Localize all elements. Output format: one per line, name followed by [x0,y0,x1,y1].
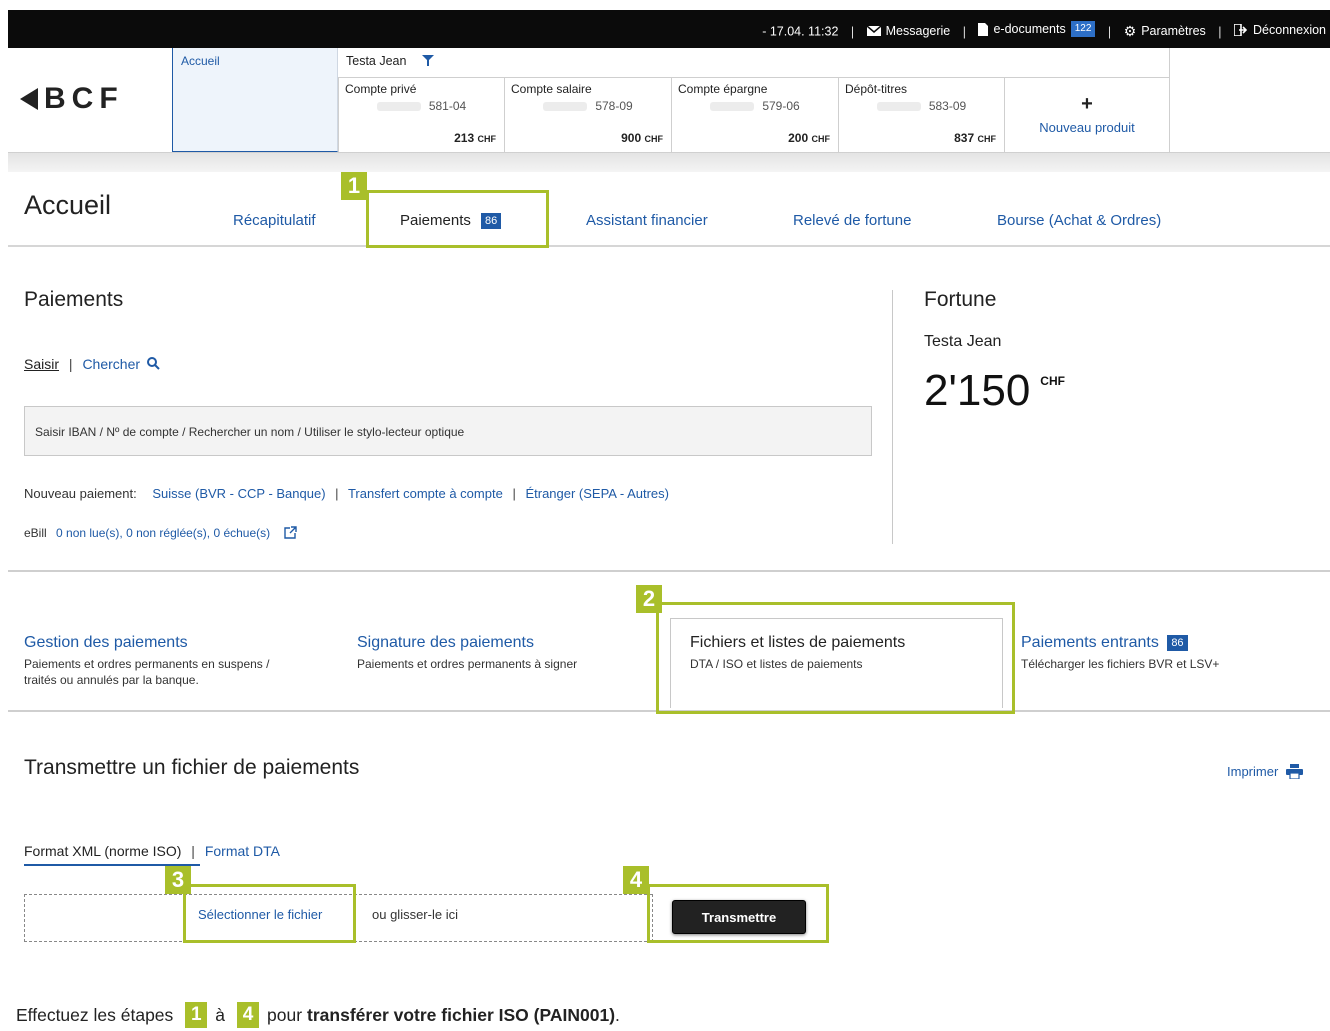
step-2-marker: 2 [636,585,662,613]
external-link-icon[interactable] [283,526,297,539]
tab-bourse[interactable]: Bourse (Achat & Ordres) [997,212,1161,229]
filter-icon[interactable] [421,55,434,66]
iban-search-input[interactable]: Saisir IBAN / Nº de compte / Rechercher … [24,406,872,456]
messagerie-link[interactable]: Messagerie [866,24,950,38]
step-1-marker: 1 [341,172,367,200]
print-link[interactable]: Imprimer [1227,764,1304,779]
transmit-title: Transmettre un fichier de paiements [24,756,360,779]
chercher-link[interactable]: Chercher [82,356,160,372]
step-2-highlight [656,602,1015,714]
account-compte-salaire[interactable]: Compte salaire 578-09 900 CHF [504,78,671,152]
fortune-amount: 2'150 CHF [924,366,1065,415]
ebill-row: eBill 0 non lue(s), 0 non réglée(s), 0 é… [24,526,297,540]
header-separator [8,152,1330,172]
format-switch: Format XML (norme ISO) | Format DTA [24,843,281,859]
logo-arrow-icon [20,88,38,110]
edocuments-count-badge: 122 [1070,21,1096,37]
card-paiements-entrants[interactable]: Paiements entrants 86 Télécharger les fi… [1021,634,1219,672]
page-title: Accueil [24,190,112,220]
step-4-marker: 4 [623,866,649,894]
new-payment-suisse-link[interactable]: Suisse (BVR - CCP - Banque) [152,486,325,501]
envelope-icon [866,25,881,36]
paiements-entrants-badge: 86 [1167,634,1188,651]
saisir-link[interactable]: Saisir [24,356,59,372]
session-datetime: - 17.04. 11:32 [762,24,839,39]
section-divider [892,290,893,544]
step-3-highlight [183,884,356,943]
deconnexion-link[interactable]: Déconnexion [1234,23,1326,37]
tab-assistant-financier[interactable]: Assistant financier [586,212,708,229]
step-1-highlight [366,190,549,248]
instruction-text: Effectuez les étapes 1 à 4 pour transfér… [16,1002,620,1028]
accueil-header-tab[interactable]: Accueil [172,48,338,152]
tab-recapitulatif[interactable]: Récapitulatif [233,212,316,229]
top-bar: - 17.04. 11:32 | Messagerie | e-document… [8,10,1330,48]
printer-icon [1286,764,1304,779]
owner-selector[interactable]: Testa Jean [338,48,1170,78]
ebill-status-link[interactable]: 0 non lue(s), 0 non réglée(s), 0 échue(s… [56,526,270,540]
plus-icon: + [1081,93,1093,115]
payments-title: Paiements [24,288,124,311]
cards-top-divider [8,570,1330,572]
edocuments-link[interactable]: e-documents 122 [978,21,1096,37]
step-3-marker: 3 [165,866,191,894]
new-product-button[interactable]: + Nouveau produit [1004,78,1170,152]
tabs-divider [8,245,1330,247]
instruction-step-from: 1 [185,1002,208,1028]
parametres-link[interactable]: ⚙ Paramètres [1124,23,1206,40]
account-compte-prive[interactable]: Compte privé 581-04 213 CHF [338,78,504,152]
card-signature-paiements[interactable]: Signature des paiements Paiements et ord… [357,634,577,672]
step-4-highlight [647,884,829,943]
new-payment-etranger-link[interactable]: Étranger (SEPA - Autres) [525,486,669,501]
fortune-owner: Testa Jean [924,333,1002,350]
search-icon [146,357,160,370]
payments-mode-switch: Saisir | Chercher [24,356,160,372]
card-gestion-paiements[interactable]: Gestion des paiements Paiements et ordre… [24,634,269,688]
logout-icon [1234,23,1248,36]
new-payment-row: Nouveau paiement: Suisse (BVR - CCP - Ba… [24,486,669,501]
fortune-title: Fortune [924,288,997,311]
document-icon [978,22,989,36]
new-payment-transfert-link[interactable]: Transfert compte à compte [348,486,503,501]
bank-logo[interactable]: BCF [20,82,124,116]
account-depot-titres[interactable]: Dépôt-titres 583-09 837 CHF [838,78,1004,152]
gear-icon: ⚙ [1123,22,1137,39]
tab-releve-fortune[interactable]: Relevé de fortune [793,212,911,229]
instruction-step-to: 4 [237,1002,260,1028]
drop-hint: ou glisser-le ici [372,907,458,922]
account-compte-epargne[interactable]: Compte épargne 579-06 200 CHF [671,78,838,152]
format-xml-tab[interactable]: Format XML (norme ISO) [24,843,181,859]
format-dta-tab[interactable]: Format DTA [205,843,280,859]
